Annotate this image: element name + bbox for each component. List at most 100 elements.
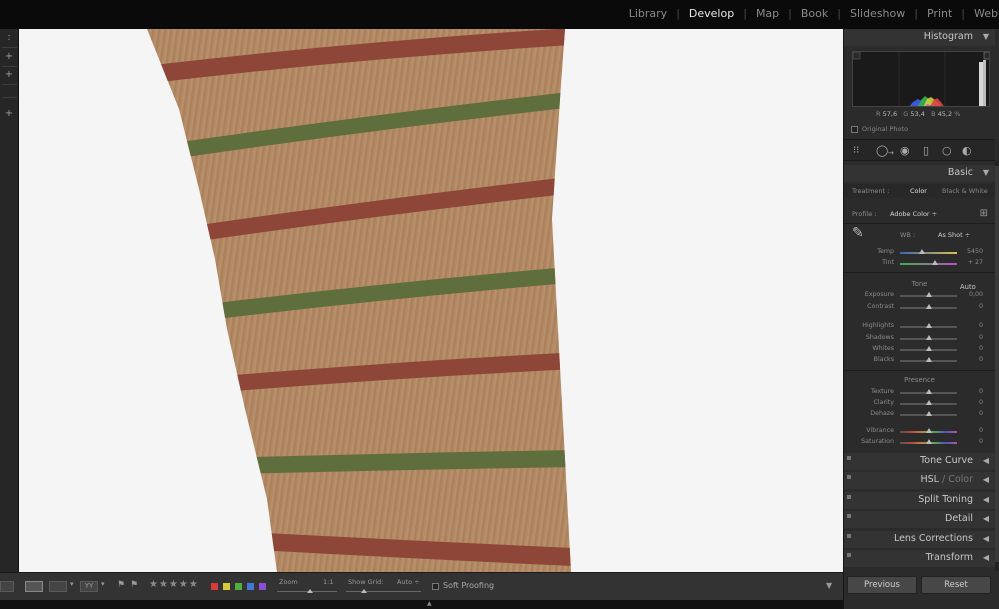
flag-icon[interactable]: ⚑ [117,580,125,590]
reset-button[interactable]: Reset [921,576,991,594]
toolbar-menu-icon[interactable]: ▼ [826,581,832,590]
panel-toggle-icon[interactable] [847,514,851,518]
hsl-header[interactable]: HSL / Color ◀ [844,472,995,489]
texture-slider[interactable]: Texture 0 [844,387,995,398]
module-develop[interactable]: Develop [680,7,743,20]
blacks-slider[interactable]: Blacks 0 [844,355,995,366]
zoom-value[interactable]: 1:1 [323,578,333,586]
module-bar: Library | Develop | Map | Book | Slidesh… [0,0,999,29]
panel-toggle-icon[interactable] [847,456,851,460]
crop-grid-icon[interactable]: ⁝⁝ [853,145,859,157]
tone-curve-header[interactable]: Tone Curve ◀ [844,453,995,470]
histogram-graph[interactable] [852,51,990,107]
module-library[interactable]: Library [620,7,676,20]
before-after-icon[interactable] [49,581,67,592]
profile-select[interactable]: Adobe Color ÷ [890,210,937,218]
panel-toggle-icon[interactable] [847,553,851,557]
zoom-slider[interactable] [277,589,337,593]
dropdown-arrow-icon[interactable]: ▾ [101,580,105,588]
treatment-color-option[interactable]: Color [910,187,927,195]
soft-proofing-checkbox[interactable] [432,583,439,590]
red-eye-icon[interactable]: ◉ [900,145,910,157]
saturation-slider[interactable]: Saturation 0 [844,437,995,448]
panel-toggle-icon[interactable] [847,475,851,479]
photo-viewer[interactable] [19,29,843,572]
show-grid-select[interactable]: Auto ÷ [397,578,420,586]
spot-removal-icon[interactable]: ◯ [876,145,888,157]
dehaze-slider[interactable]: Dehaze 0 [844,409,995,420]
dropdown-arrow-icon[interactable]: ▾ [70,580,74,588]
module-web[interactable]: Web [965,7,999,20]
profile-row: Profile : Adobe Color ÷ ⊞ [852,208,988,219]
color-label-green[interactable] [235,583,242,590]
shadows-slider[interactable]: Shadows 0 [844,333,995,344]
yy-view-button[interactable]: YY [80,581,98,592]
original-photo-checkbox[interactable]: Original Photo [851,125,908,133]
panel-toggle-icon[interactable] [847,495,851,499]
triangle-left-icon: ◀ [982,514,989,523]
whites-slider[interactable]: Whites 0 [844,344,995,355]
divider [844,223,995,224]
previous-button[interactable]: Previous [847,576,917,594]
reject-flag-icon[interactable]: ⚑ [130,580,138,590]
filmstrip-arrow-icon[interactable]: ▲ [427,600,432,607]
adjustment-brush-icon[interactable]: ◐ [962,145,972,157]
left-panel-strip: : + + + [0,29,19,572]
wb-row: ✎ WB : As Shot ÷ [852,225,971,241]
tone-curve-title: Tone Curve [920,455,973,466]
loupe-view-icon[interactable] [25,581,43,592]
zoom-label: Zoom [279,578,298,586]
module-book[interactable]: Book [792,7,837,20]
divider [2,97,17,98]
basic-panel-header[interactable]: Basic ▼ [844,165,995,182]
split-toning-header[interactable]: Split Toning ◀ [844,492,995,509]
module-map[interactable]: Map [747,7,788,20]
tint-slider[interactable]: Tint + 27 [844,258,995,269]
triangle-down-icon: ▼ [982,168,989,177]
divider [844,370,995,371]
lens-corrections-header[interactable]: Lens Corrections ◀ [844,531,995,548]
transform-header[interactable]: Transform ◀ [844,550,995,567]
module-slideshow[interactable]: Slideshow [841,7,914,20]
color-label-yellow[interactable] [223,583,230,590]
bottom-toolbar: ▾ YY ▾ ⚑ ⚑ ★★★★★ Zoom 1:1 Show Grid: Aut… [0,572,843,600]
basic-title: Basic [947,167,973,178]
histogram-header[interactable]: Histogram ▼ [844,29,995,46]
color-label-red[interactable] [211,583,218,590]
divider [2,84,17,85]
add-snapshot-icon[interactable]: + [3,69,15,81]
detail-title: Detail [945,513,973,524]
treatment-bw-option[interactable]: Black & White [942,187,988,195]
graduated-filter-icon[interactable]: ▯ [923,145,929,157]
vibrance-slider[interactable]: Vibrance 0 [844,426,995,437]
hsl-title: HSL / Color [920,474,973,485]
color-label-blue[interactable] [247,583,254,590]
module-print[interactable]: Print [918,7,961,20]
color-label-purple[interactable] [259,583,266,590]
profile-browser-icon[interactable]: ⊞ [980,208,988,219]
scrollbar-thumb[interactable] [995,166,999,562]
detail-header[interactable]: Detail ◀ [844,511,995,528]
panel-toggle-icon[interactable] [847,534,851,538]
wb-select[interactable]: As Shot ÷ [938,231,970,239]
module-picker: Library | Develop | Map | Book | Slidesh… [620,7,999,20]
add-preset-icon[interactable]: + [3,51,15,63]
temp-slider[interactable]: Temp 5450 [844,247,995,258]
filmstrip-toggle[interactable] [0,581,14,592]
triangle-left-icon: ◀ [982,475,989,484]
star-rating[interactable]: ★★★★★ [149,579,199,590]
add-collection-icon[interactable]: + [3,108,15,120]
show-grid-label: Show Grid: [348,578,384,586]
radial-filter-icon[interactable]: ○ [942,145,952,157]
eyedropper-icon[interactable]: ✎ [852,225,864,241]
exposure-slider[interactable]: Exposure 0,00 [844,290,995,301]
collapse-arrow-icon[interactable]: : [3,32,15,44]
transform-title: Transform [925,552,973,563]
clarity-slider[interactable]: Clarity 0 [844,398,995,409]
lens-corrections-title: Lens Corrections [893,533,973,544]
highlights-slider[interactable]: Highlights 0 [844,321,995,332]
right-panel: Histogram ▼ R 57,6 G 53,4 B 45,2 % Origi… [843,29,999,609]
panel-scrollbar[interactable] [995,161,999,571]
contrast-slider[interactable]: Contrast 0 [844,302,995,313]
grid-size-slider[interactable] [346,589,421,593]
